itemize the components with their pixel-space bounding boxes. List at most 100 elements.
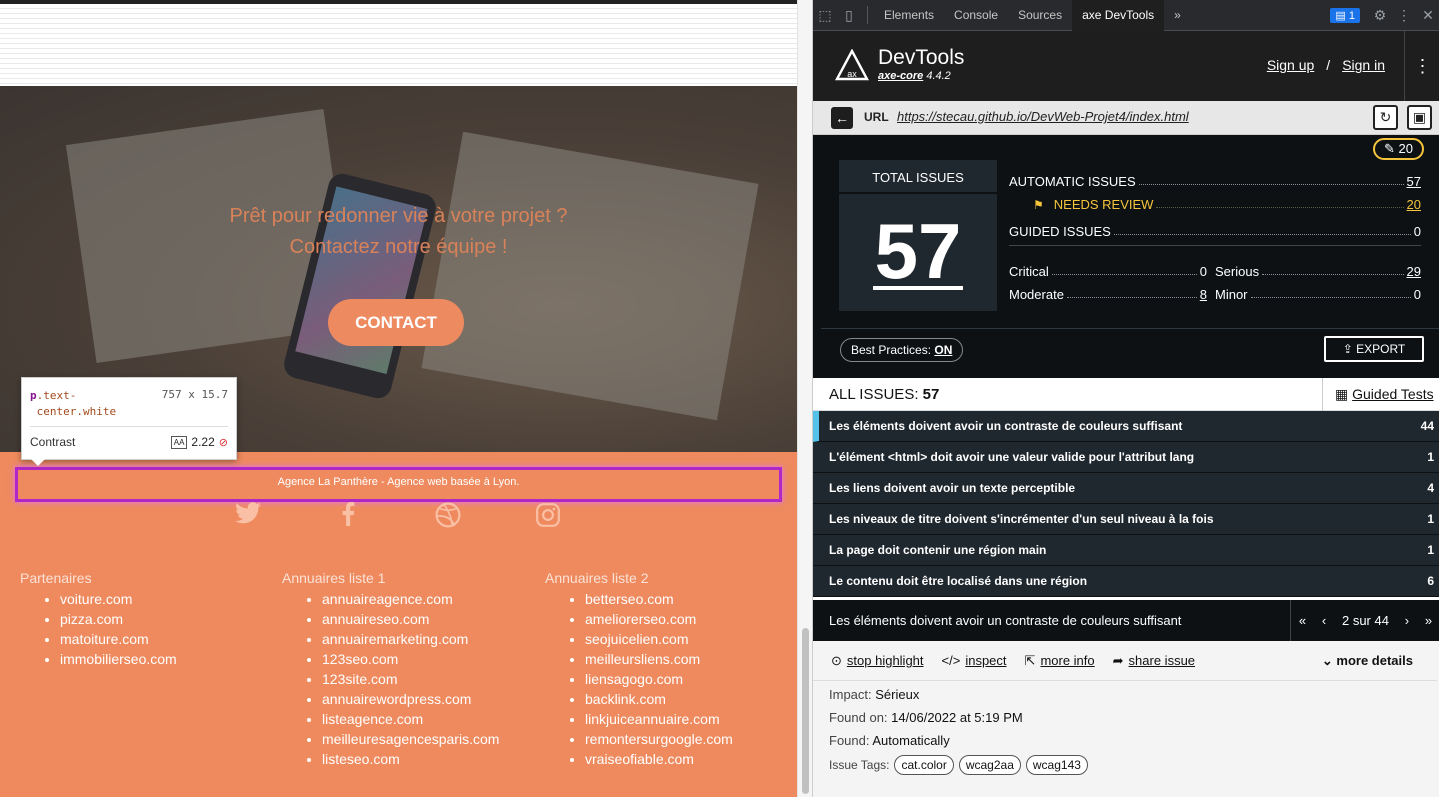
list-item[interactable]: listeagence.com bbox=[322, 709, 499, 729]
auth-separator: / bbox=[1326, 57, 1331, 73]
tab-console[interactable]: Console bbox=[944, 0, 1008, 31]
tag-chip[interactable]: wcag2aa bbox=[958, 755, 1021, 775]
dribbble-icon[interactable] bbox=[434, 502, 462, 528]
device-toolbar-icon[interactable]: ▯ bbox=[837, 7, 861, 24]
tag-chip[interactable]: cat.color bbox=[894, 755, 954, 775]
list-item[interactable]: liensagogo.com bbox=[585, 669, 733, 689]
list-item[interactable]: immobilierseo.com bbox=[60, 649, 177, 669]
pager: « ‹ 2 sur 44 › » bbox=[1290, 600, 1439, 641]
list-item[interactable]: linkjuiceannuaire.com bbox=[585, 709, 733, 729]
list-item[interactable]: annuairemarketing.com bbox=[322, 629, 499, 649]
list-item[interactable]: 123site.com bbox=[322, 669, 499, 689]
list-item[interactable]: annuaireagence.com bbox=[322, 589, 499, 609]
devtools-menu-icon[interactable]: ⋮ bbox=[1392, 7, 1416, 24]
flag-icon: ⚑ bbox=[1033, 198, 1044, 212]
serious-row[interactable]: Serious 29 bbox=[1215, 261, 1421, 279]
needs-review-row[interactable]: ⚑ NEEDS REVIEW 20 bbox=[1033, 194, 1421, 212]
moderate-row[interactable]: Moderate 8 bbox=[1009, 284, 1207, 302]
best-practices-toggle[interactable]: Best Practices: ON bbox=[840, 338, 964, 362]
issue-tags: Issue Tags: cat.color wcag2aa wcag143 bbox=[829, 755, 1088, 775]
tab-sources[interactable]: Sources bbox=[1008, 0, 1072, 31]
inspect-button[interactable]: </> inspect bbox=[942, 653, 1007, 668]
needs-review-pill[interactable]: ✎ 20 bbox=[1373, 138, 1424, 160]
issue-row[interactable]: Les niveaux de titre doivent s'incrément… bbox=[813, 504, 1439, 535]
hero-paper-shape bbox=[421, 131, 759, 421]
axe-menu-icon[interactable]: ⋮ bbox=[1404, 31, 1439, 101]
instagram-icon[interactable] bbox=[534, 502, 562, 528]
page-scrollbar[interactable] bbox=[797, 0, 812, 797]
stop-highlight-button[interactable]: ⊙ stop highlight bbox=[831, 653, 924, 669]
sign-up-link[interactable]: Sign up bbox=[1267, 57, 1314, 73]
header-area bbox=[0, 4, 797, 86]
highlighted-element[interactable]: Agence La Panthère - Agence web basée à … bbox=[15, 467, 782, 502]
list-item[interactable]: voiture.com bbox=[60, 589, 177, 609]
list-item[interactable]: listeseo.com bbox=[322, 749, 499, 769]
scanned-url-link[interactable]: https://stecau.github.io/DevWeb-Projet4/… bbox=[897, 109, 1189, 124]
settings-gear-icon[interactable]: ⚙ bbox=[1368, 7, 1392, 24]
share-issue-button[interactable]: ➦ share issue bbox=[1113, 653, 1195, 669]
list-item[interactable]: meilleuresagencesparis.com bbox=[322, 729, 499, 749]
close-icon[interactable]: ✕ bbox=[1416, 7, 1439, 24]
issue-list: Les éléments doivent avoir un contraste … bbox=[813, 411, 1439, 597]
last-page-icon[interactable]: » bbox=[1425, 613, 1432, 628]
list-item[interactable]: seojuicelien.com bbox=[585, 629, 733, 649]
automatic-issues-row[interactable]: AUTOMATIC ISSUES 57 bbox=[1009, 171, 1421, 189]
issue-row[interactable]: La page doit contenir une région main 1 bbox=[813, 535, 1439, 566]
list-item[interactable]: matoiture.com bbox=[60, 629, 177, 649]
contact-button[interactable]: CONTACT bbox=[328, 299, 464, 346]
hero-line-1: Prêt pour redonner vie à votre projet ? bbox=[229, 205, 568, 227]
tag-chip[interactable]: wcag143 bbox=[1025, 755, 1088, 775]
column-title: Annuaires liste 2 bbox=[545, 570, 649, 586]
url-bar: ← URL https://stecau.github.io/DevWeb-Pr… bbox=[813, 101, 1439, 135]
list-item[interactable]: annuairewordpress.com bbox=[322, 689, 499, 709]
inspect-element-icon[interactable]: ⬚ bbox=[813, 7, 837, 24]
list-item[interactable]: annuaireseo.com bbox=[322, 609, 499, 629]
guided-tests-link[interactable]: ▦ Guided Tests bbox=[1322, 378, 1439, 411]
list-item[interactable]: remontersurgoogle.com bbox=[585, 729, 733, 749]
list-item[interactable]: 123seo.com bbox=[322, 649, 499, 669]
grid-icon: ▦ bbox=[1335, 386, 1349, 402]
total-issues-box: TOTAL ISSUES 57 bbox=[839, 160, 997, 311]
all-issues-count: 57 bbox=[922, 386, 940, 403]
tab-axe-devtools[interactable]: axe DevTools bbox=[1072, 0, 1165, 31]
share-icon: ➦ bbox=[1112, 652, 1124, 668]
next-page-icon[interactable]: › bbox=[1405, 613, 1409, 628]
critical-row: Critical 0 bbox=[1009, 264, 1207, 279]
back-arrow-icon[interactable]: ← bbox=[831, 107, 853, 129]
twitter-icon[interactable] bbox=[234, 502, 262, 528]
tooltip-size: 757 x 15.7 bbox=[161, 388, 228, 401]
issue-row[interactable]: Les liens doivent avoir un texte percept… bbox=[813, 473, 1439, 504]
more-details-toggle[interactable]: ⌄ more details bbox=[1322, 653, 1413, 669]
list-item[interactable]: betterseo.com bbox=[585, 589, 733, 609]
list-item[interactable]: ameliorerseo.com bbox=[585, 609, 733, 629]
minor-row: Minor 0 bbox=[1215, 287, 1421, 302]
issue-row[interactable]: Les éléments doivent avoir un contraste … bbox=[813, 411, 1439, 442]
axe-core-version: axe-core 4.4.2 bbox=[878, 70, 951, 82]
more-tabs-icon[interactable]: » bbox=[1164, 0, 1191, 31]
list-item[interactable]: backlink.com bbox=[585, 689, 733, 709]
rescan-icon[interactable]: ↻ bbox=[1373, 105, 1398, 130]
tab-elements[interactable]: Elements bbox=[874, 0, 944, 31]
sign-in-link[interactable]: Sign in bbox=[1342, 57, 1385, 73]
tags-label: Issue Tags: bbox=[829, 758, 890, 772]
scrollbar-thumb[interactable] bbox=[802, 628, 809, 794]
brand-title: DevTools bbox=[878, 46, 965, 69]
code-icon: </> bbox=[941, 653, 961, 668]
issue-row[interactable]: Le contenu doit être localisé dans une r… bbox=[813, 566, 1439, 597]
prev-page-icon[interactable]: ‹ bbox=[1322, 613, 1326, 628]
facebook-icon[interactable] bbox=[334, 502, 362, 528]
list-item[interactable]: meilleursliens.com bbox=[585, 649, 733, 669]
list-item[interactable]: vraiseofiable.com bbox=[585, 749, 733, 769]
issue-summary: ✎ 20 TOTAL ISSUES 57 AUTOMATIC ISSUES 57 … bbox=[813, 135, 1439, 378]
export-button[interactable]: ⇪ EXPORT bbox=[1324, 336, 1424, 362]
chevron-down-icon: ⌄ bbox=[1321, 653, 1333, 668]
issues-badge[interactable]: ▤ 1 bbox=[1330, 7, 1360, 23]
devtools-tabbar: ⬚ ▯ Elements Console Sources axe DevTool… bbox=[813, 0, 1439, 31]
first-page-icon[interactable]: « bbox=[1299, 613, 1306, 628]
issue-detail: ⊙ stop highlight </> inspect ⇱ more info ➦ s… bbox=[813, 641, 1439, 797]
list-item[interactable]: pizza.com bbox=[60, 609, 177, 629]
more-info-button[interactable]: ⇱ more info bbox=[1025, 653, 1095, 669]
save-icon[interactable]: ▣ bbox=[1407, 105, 1432, 130]
issue-row[interactable]: L'élément <html> doit avoir une valeur v… bbox=[813, 442, 1439, 473]
footer-tagline: Agence La Panthère - Agence web basée à … bbox=[277, 476, 520, 488]
